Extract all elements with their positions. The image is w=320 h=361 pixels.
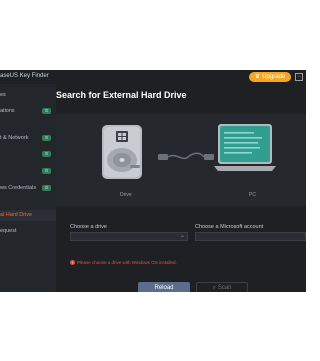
choose-account-label: Choose a Microsoft account <box>195 224 264 230</box>
sidebar-item-label: t & Network <box>0 135 29 141</box>
app-window: aseUS Key Finder ♛ Upgrade − es ations 0… <box>0 70 306 292</box>
warning-message: ! Please choose a drive with Windows OS i… <box>70 260 177 266</box>
connection-illustration: Drive PC <box>56 114 306 206</box>
sidebar-item-windows-credentials[interactable]: ws Credentials 0 <box>0 183 56 194</box>
count-badge: 0 <box>42 135 51 141</box>
usb-cable-icon <box>158 152 214 160</box>
scan-button[interactable]: ⌕ Scan <box>196 282 248 292</box>
sidebar-item-favorites[interactable]: es <box>0 90 56 101</box>
count-badge: 0 <box>42 185 51 191</box>
count-badge: 0 <box>42 151 51 157</box>
window-control-button[interactable]: − <box>295 73 303 81</box>
sidebar-item-label: equest <box>0 228 17 234</box>
sidebar-item-label: es <box>0 92 6 98</box>
title-bar: aseUS Key Finder ♛ Upgrade − <box>0 70 306 84</box>
app-title: aseUS Key Finder <box>0 73 49 79</box>
sidebar-item-applications[interactable]: ations 0 <box>0 106 56 117</box>
count-badge: 0 <box>42 108 51 114</box>
sidebar-item-label: ws Credentials <box>0 185 37 191</box>
scan-icon: ⌕ <box>212 284 216 291</box>
sidebar-item-request[interactable]: equest <box>0 226 56 237</box>
sidebar-item-5[interactable]: 0 <box>0 166 56 177</box>
page-title: Search for External Hard Drive <box>56 90 187 100</box>
drive-caption: Drive <box>120 192 132 198</box>
hard-drive-icon <box>102 125 142 179</box>
choose-drive-label: Choose a drive <box>70 224 107 230</box>
chevron-down-icon: ⌄ <box>179 233 185 239</box>
upgrade-button[interactable]: ♛ Upgrade <box>249 72 291 82</box>
count-badge: 0 <box>42 168 51 174</box>
sidebar-item-internet-network[interactable]: t & Network 0 <box>0 133 56 144</box>
crown-icon: ♛ <box>254 74 261 80</box>
reload-label: Reload <box>154 285 174 291</box>
sidebar: es ations 0 t & Network 0 0 0 ws Credent… <box>0 84 56 292</box>
laptop-icon <box>214 124 276 171</box>
drive-select[interactable]: ⌄ <box>70 232 188 241</box>
scan-label: Scan <box>217 285 232 291</box>
main-panel: Search for External Hard Drive Drive PC … <box>56 84 306 292</box>
sidebar-item-external-hard-drive[interactable]: al Hard Drive <box>0 210 56 221</box>
upgrade-label: Upgrade <box>262 74 286 80</box>
sidebar-item-label: al Hard Drive <box>0 212 33 218</box>
pc-caption: PC <box>249 192 256 198</box>
reload-button[interactable]: Reload <box>138 282 190 292</box>
warning-text: Please choose a drive with Windows OS in… <box>77 260 177 265</box>
microsoft-account-select[interactable] <box>195 232 306 241</box>
sidebar-item-label: ations <box>0 108 15 114</box>
sidebar-item-4[interactable]: 0 <box>0 149 56 160</box>
warning-icon: ! <box>70 260 75 266</box>
